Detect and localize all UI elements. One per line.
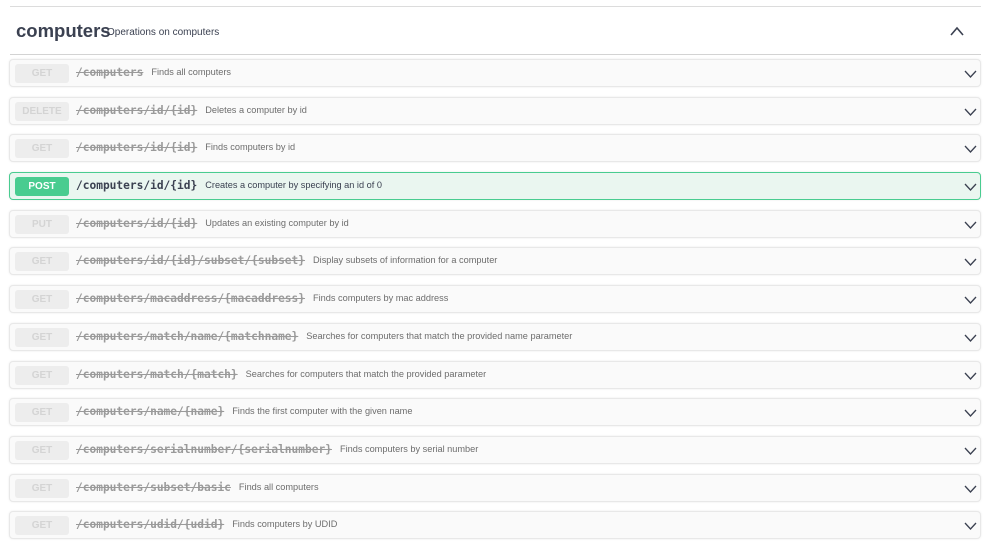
operation-summary: Finds computers by UDID [232, 519, 338, 530]
operation-row[interactable]: DELETE/computers/id/{id} Deletes a comput… [9, 96, 981, 125]
operation-path: /computers/id/{id} [76, 216, 198, 230]
tag-name[interactable]: computers [16, 20, 111, 42]
operation-summary: Display subsets of information for a com… [313, 255, 498, 266]
operation-path-block: /computers/name/{name} Finds the first co… [76, 405, 412, 418]
operation-row[interactable]: GET/computers/match/{match} Searches for … [9, 360, 981, 389]
operation-path: /computers/id/{id} [76, 103, 198, 117]
chevron-down-icon[interactable] [964, 296, 977, 305]
method-badge: GET [15, 327, 69, 347]
operation-path-block: /computers/subset/basic Finds all compute… [76, 481, 319, 494]
operation-path-block: /computers/id/{id}/subset/{subset} Displa… [76, 254, 497, 267]
operation-row[interactable]: PUT/computers/id/{id} Updates an existing… [9, 209, 981, 238]
chevron-down-icon[interactable] [964, 372, 977, 380]
tag-section-header[interactable]: computers Operations on computers [10, 7, 981, 55]
operation-summary: Finds all computers [151, 67, 232, 77]
operation-summary: Finds the first computer with the given … [232, 406, 413, 417]
operations-list: GET/computers Finds all computers DELETE/c… [9, 59, 981, 548]
operation-path: /computers/macaddress/{macaddress} [76, 292, 306, 306]
operation-row[interactable]: POST/computers/id/{id} Creates a computer… [9, 172, 981, 201]
method-badge: POST [15, 177, 69, 197]
operation-path-block: /computers/udid/{udid} Finds computers by… [76, 518, 337, 531]
operation-path: /computers/serialnumber/{serialnumber} [76, 442, 332, 456]
operation-path: /computers [76, 66, 144, 79]
operation-path-block: /computers/serialnumber/{serialnumber} Fi… [76, 443, 478, 456]
operation-summary: Creates a computer by specifying an id o… [205, 180, 382, 191]
operation-path-block: /computers/id/{id} Updates an existing co… [76, 217, 349, 230]
operation-row[interactable]: GET/computers Finds all computers [9, 59, 981, 87]
chevron-down-icon[interactable] [964, 221, 977, 229]
operation-row[interactable]: GET/computers/match/name/{matchname} Sear… [9, 322, 981, 351]
chevron-down-icon[interactable] [964, 409, 977, 418]
operation-row[interactable]: GET/computers/id/{id}/subset/{subset} Dis… [9, 247, 981, 276]
operation-row[interactable]: GET/computers/udid/{udid} Finds computers… [9, 511, 981, 540]
method-badge: GET [15, 252, 69, 272]
chevron-down-icon[interactable] [964, 258, 977, 267]
operation-path: /computers/id/{id}/subset/{subset} [76, 254, 306, 268]
chevron-down-icon[interactable] [964, 447, 977, 455]
operation-path: /computers/match/name/{matchname} [76, 329, 299, 343]
method-badge: GET [15, 64, 69, 83]
operation-summary: Finds computers by serial number [339, 443, 479, 454]
operation-path-block: /computers/id/{id} Creates a computer by … [76, 179, 382, 192]
operation-summary: Searches for computers that match the pr… [306, 330, 573, 341]
operation-path-block: /computers/macaddress/{macaddress} Finds … [76, 292, 448, 305]
operation-summary: Finds computers by id [205, 142, 296, 153]
operation-summary: Searches for computers that match the pr… [245, 368, 487, 379]
operation-path: /computers/subset/basic [76, 480, 231, 494]
method-badge: GET [15, 440, 69, 460]
operation-path: /computers/id/{id} [76, 179, 198, 193]
operation-path-block: /computers/match/name/{matchname} Searche… [76, 330, 572, 343]
chevron-down-icon[interactable] [964, 108, 977, 116]
chevron-down-icon[interactable] [964, 485, 977, 493]
operation-path-block: /computers/id/{id} Finds computers by id [76, 141, 295, 154]
operation-path-block: /computers Finds all computers [76, 66, 231, 79]
chevron-down-icon[interactable] [964, 145, 977, 154]
method-badge: GET [15, 516, 69, 536]
operation-path: /computers/udid/{udid} [76, 518, 225, 532]
operation-row[interactable]: GET/computers/id/{id} Finds computers by … [9, 134, 981, 163]
operation-summary: Finds all computers [238, 481, 319, 492]
operation-path: /computers/id/{id} [76, 141, 198, 155]
chevron-down-icon[interactable] [964, 334, 977, 342]
method-badge: GET [15, 139, 69, 159]
method-badge: GET [15, 365, 69, 385]
chevron-down-icon[interactable] [964, 70, 977, 78]
operation-summary: Deletes a computer by id [205, 104, 307, 115]
operation-path: /computers/name/{name} [76, 405, 225, 419]
operation-summary: Updates an existing computer by id [205, 217, 349, 228]
operation-summary: Finds computers by mac address [313, 293, 449, 304]
operation-row[interactable]: GET/computers/serialnumber/{serialnumber… [9, 435, 981, 464]
operation-path: /computers/match/{match} [76, 367, 238, 381]
operation-row[interactable]: GET/computers/subset/basic Finds all comp… [9, 473, 981, 502]
method-badge: GET [15, 403, 69, 423]
operation-path-block: /computers/id/{id} Deletes a computer by … [76, 104, 307, 117]
method-badge: PUT [15, 214, 69, 234]
chevron-down-icon[interactable] [964, 522, 977, 531]
operation-path-block: /computers/match/{match} Searches for com… [76, 368, 486, 381]
chevron-up-icon[interactable] [949, 25, 965, 37]
method-badge: GET [15, 478, 69, 498]
operation-row[interactable]: GET/computers/name/{name} Finds the first… [9, 398, 981, 427]
method-badge: DELETE [15, 101, 69, 121]
chevron-down-icon[interactable] [964, 183, 977, 192]
tag-description: Operations on computers [107, 27, 220, 38]
operation-row[interactable]: GET/computers/macaddress/{macaddress} Fin… [9, 285, 981, 314]
method-badge: GET [15, 290, 69, 310]
